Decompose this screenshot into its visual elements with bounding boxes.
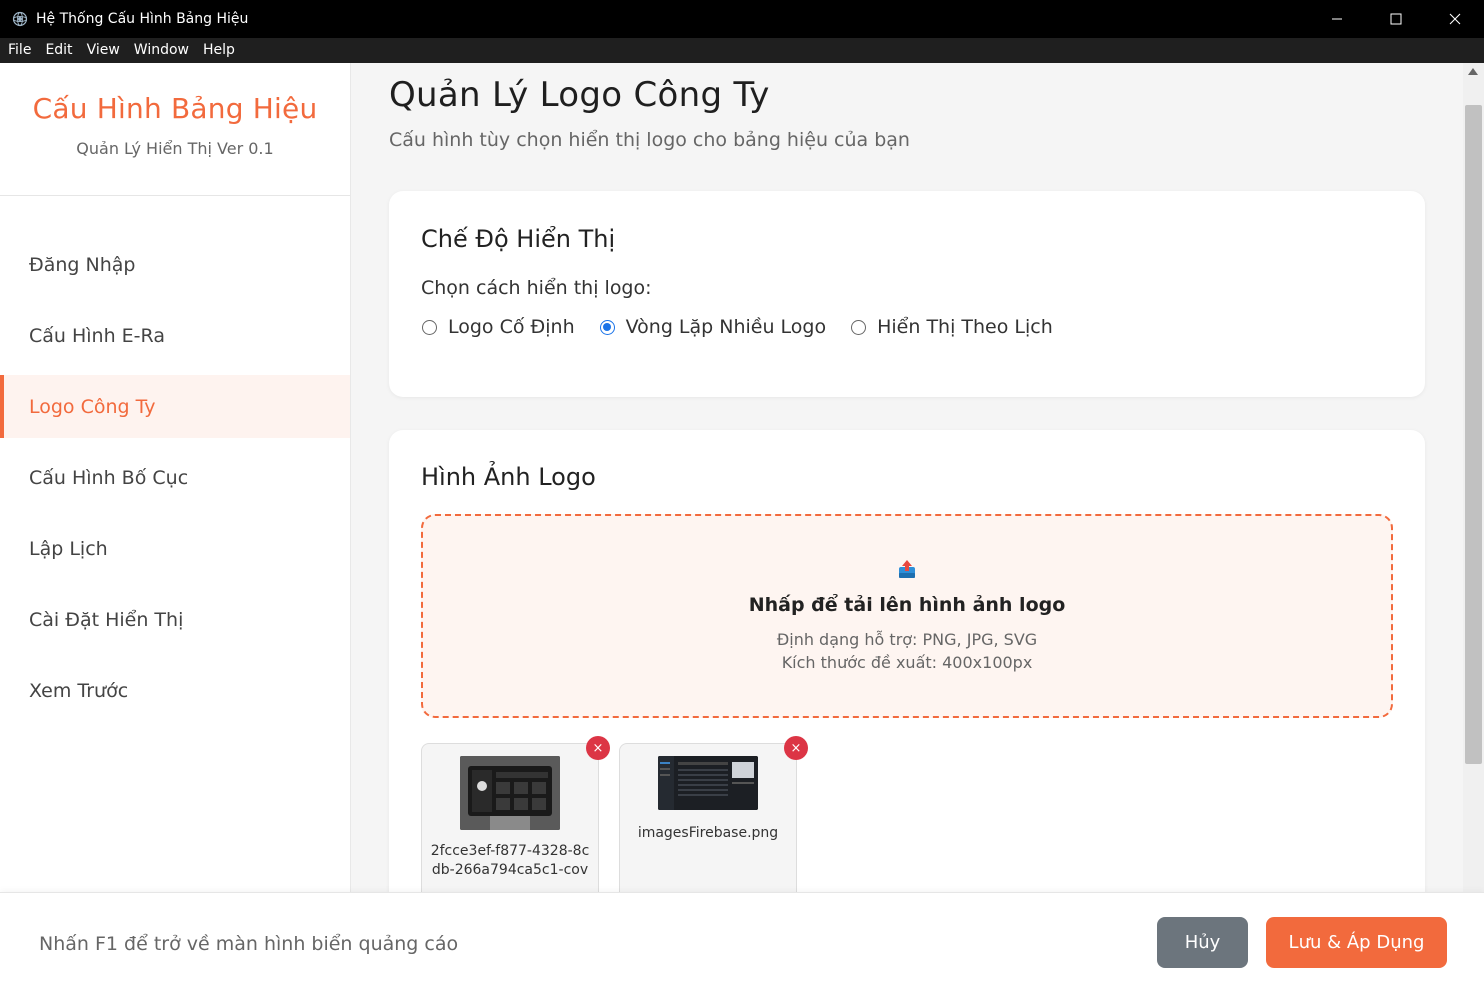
dropzone-formats: Định dạng hỗ trợ: PNG, JPG, SVG (776, 630, 1038, 649)
sidebar-item-display-settings[interactable]: Cài Đặt Hiển Thị (0, 588, 350, 651)
logo-thumbnail: imagesFirebase.png × (619, 736, 808, 892)
page-subtitle: Cấu hình tùy chọn hiển thị logo cho bảng… (389, 129, 910, 151)
main-content: Quản Lý Logo Công Ty Cấu hình tùy chọn h… (351, 63, 1463, 892)
menu-edit[interactable]: Edit (38, 38, 79, 63)
save-apply-button[interactable]: Lưu & Áp Dụng (1266, 917, 1447, 968)
logo-thumbnail: 2fcce3ef-f877-4328-8cdb-266a794ca5c1-cov… (421, 736, 610, 892)
brand-title: Cấu Hình Bảng Hiệu (32, 92, 318, 125)
radio-loop-logos-label: Vòng Lặp Nhiều Logo (625, 316, 827, 338)
scroll-up-arrow-icon[interactable] (1468, 68, 1478, 75)
window-controls (1307, 0, 1484, 38)
sidebar: Cấu Hình Bảng Hiệu Quản Lý Hiển Thị Ver … (0, 63, 351, 892)
vertical-scrollbar[interactable] (1463, 63, 1484, 892)
radio-circle-icon[interactable] (422, 319, 437, 335)
sidebar-item-schedule[interactable]: Lập Lịch (0, 517, 350, 580)
brand-subtitle: Quản Lý Hiển Thị Ver 0.1 (76, 139, 274, 158)
window-title: Hệ Thống Cấu Hình Bảng Hiệu (36, 11, 249, 27)
menu-window[interactable]: Window (127, 38, 196, 63)
radio-fixed-logo-label: Logo Cố Định (448, 316, 575, 338)
maximize-button[interactable] (1366, 0, 1425, 38)
scrollbar-thumb[interactable] (1465, 105, 1482, 764)
display-mode-options: Logo Cố Định Vòng Lặp Nhiều Logo Hiển Th… (421, 316, 1077, 338)
cancel-button[interactable]: Hủy (1157, 917, 1248, 968)
menu-view[interactable]: View (80, 38, 127, 63)
dropzone-title: Nhấp để tải lên hình ảnh logo (748, 594, 1066, 616)
display-mode-card: Chế Độ Hiển Thị Chọn cách hiển thị logo:… (389, 191, 1425, 397)
radio-circle-icon[interactable] (851, 319, 867, 335)
thumbnail-filename: 2fcce3ef-f877-4328-8cdb-266a794ca5c1-cov (430, 843, 590, 878)
remove-glyph: × (592, 740, 604, 756)
radio-fixed-logo[interactable]: Logo Cố Định (421, 316, 575, 338)
menu-help[interactable]: Help (196, 38, 242, 63)
footer-bar: Nhấn F1 để trở về màn hình biển quảng cá… (0, 892, 1484, 992)
upload-icon (423, 558, 1391, 580)
minimize-button[interactable] (1307, 0, 1366, 38)
radio-loop-logos[interactable]: Vòng Lặp Nhiều Logo (599, 316, 826, 338)
sidebar-nav: Đăng Nhập Cấu Hình E-Ra Logo Công Ty Cấu… (0, 233, 350, 722)
footer-hint: Nhấn F1 để trở về màn hình biển quảng cá… (39, 933, 459, 955)
menu-file[interactable]: File (1, 38, 38, 63)
display-mode-prompt: Chọn cách hiển thị logo: (421, 277, 652, 299)
radio-schedule[interactable]: Hiển Thị Theo Lịch (850, 316, 1053, 338)
sidebar-item-company-logo[interactable]: Logo Công Ty (0, 375, 350, 438)
logo-images-card: Hình Ảnh Logo Nhấp để tải lên hình ảnh l… (389, 430, 1425, 892)
logo-images-title: Hình Ảnh Logo (421, 463, 596, 491)
radio-schedule-label: Hiển Thị Theo Lịch (877, 316, 1053, 338)
upload-dropzone[interactable]: Nhấp để tải lên hình ảnh logo Định dạng … (421, 514, 1393, 718)
title-bar: Hệ Thống Cấu Hình Bảng Hiệu (0, 0, 1484, 38)
page-title: Quản Lý Logo Công Ty (389, 75, 770, 115)
sidebar-item-preview[interactable]: Xem Trước (0, 659, 350, 722)
thumbnail-filename: imagesFirebase.png (637, 825, 779, 841)
remove-glyph: × (790, 740, 802, 756)
brand: Cấu Hình Bảng Hiệu Quản Lý Hiển Thị Ver … (0, 63, 350, 196)
menu-bar: File Edit View Window Help (0, 38, 1484, 63)
close-button[interactable] (1425, 0, 1484, 38)
display-mode-title: Chế Độ Hiển Thị (421, 225, 616, 253)
dropzone-size: Kích thước đề xuất: 400x100px (781, 653, 1033, 672)
thumbnail-image (460, 756, 560, 830)
remove-logo-button[interactable]: × (784, 736, 808, 760)
maximize-icon (1390, 13, 1401, 25)
sidebar-item-login[interactable]: Đăng Nhập (0, 233, 350, 296)
thumbnail-image (658, 756, 758, 810)
radio-checked-icon[interactable] (599, 319, 615, 335)
sidebar-item-era-config[interactable]: Cấu Hình E-Ra (0, 304, 350, 367)
app-icon (12, 11, 28, 27)
sidebar-item-layout-config[interactable]: Cấu Hình Bố Cục (0, 446, 350, 509)
remove-logo-button[interactable]: × (586, 736, 610, 760)
close-icon (1449, 13, 1460, 25)
minimize-icon (1331, 18, 1342, 20)
